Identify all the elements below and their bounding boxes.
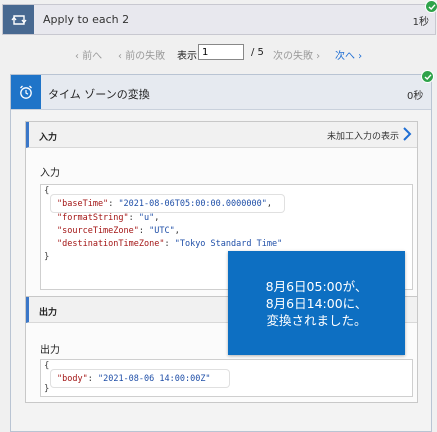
loop-title: Apply to each 2 [43,13,130,26]
inputs-header-label: 入力 [39,133,58,143]
open-brace: { [44,186,50,196]
callout-line: 変換されました。 [266,312,367,328]
callout-line: 8月6日05:00が、 [265,278,368,294]
json-line: "formatString": "u", [57,213,160,223]
iteration-pager: ‹ 前へ ‹ 前の失敗 表示 / 5 次の失敗 › 次へ › [0,44,437,67]
action-success-check-icon [421,70,434,83]
apply-to-each-header[interactable]: Apply to each 2 1秒 [2,4,436,35]
json-line: "baseTime": "2021-08-06T05:00:00.0000000… [57,199,272,209]
next-failed-button[interactable]: 次の失敗 › [273,47,320,62]
loop-icon [3,5,34,34]
chevron-right-icon[interactable] [401,125,413,143]
outputs-label: 出力 [40,345,60,356]
inputs-section-header: 入力 未加工入力の表示 [26,122,417,148]
show-label: 表示 [177,51,197,62]
loop-duration: 1秒 [412,17,429,28]
outputs-json-box: { "body": "2021-08-06 14:00:00Z" } [40,359,413,397]
json-line: "body": "2021-08-06 14:00:00Z" [57,374,211,384]
show-raw-inputs-link[interactable]: 未加工入力の表示 [327,129,399,142]
open-brace: { [44,361,50,371]
callout-line: 8月6日14:00に、 [265,295,368,311]
success-check-icon [425,0,437,13]
json-line: "destinationTimeZone": "Tokyo Standard T… [57,239,283,249]
json-line: "sourceTimeZone": "UTC", [57,226,180,236]
action-title: タイム ゾーンの変換 [48,88,150,101]
conversion-callout: 8月6日05:00が、 8月6日14:00に、 変換されました。 [228,251,405,355]
page-total: / 5 [251,47,264,58]
next-button[interactable]: 次へ › [335,47,362,62]
close-brace: } [44,384,50,394]
prev-failed-button[interactable]: ‹ 前の失敗 [118,47,165,62]
alarm-clock-icon [11,75,41,109]
prev-button[interactable]: ‹ 前へ [75,47,102,62]
inputs-label: 入力 [40,168,60,179]
page-number-input[interactable] [198,44,244,60]
outputs-header-label: 出力 [39,308,58,318]
action-duration: 0秒 [407,91,424,102]
action-header[interactable]: タイム ゾーンの変換 0秒 [11,75,431,110]
close-brace: } [44,252,50,262]
